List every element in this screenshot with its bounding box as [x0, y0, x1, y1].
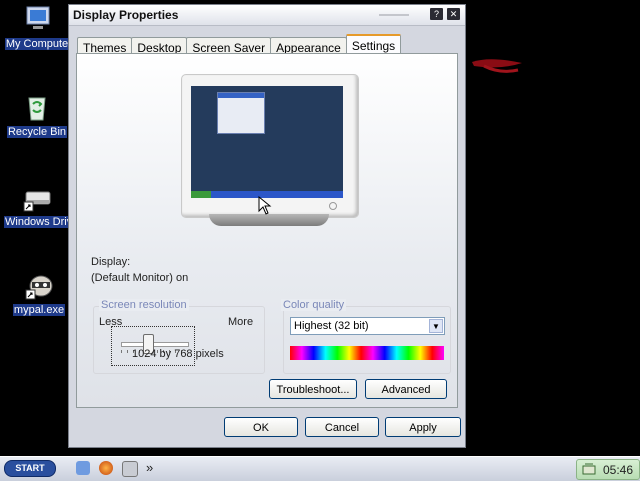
close-button[interactable]: ✕ — [447, 8, 460, 20]
screen-resolution-label: Screen resolution — [99, 299, 189, 311]
more-label: More — [228, 316, 254, 328]
chevron-down-icon[interactable]: ▼ — [429, 319, 443, 333]
desktop-icon-recycle-bin[interactable]: Recycle Bin — [4, 92, 70, 138]
drive-icon — [21, 182, 53, 214]
help-button[interactable]: ? — [430, 8, 443, 20]
start-button[interactable]: START — [4, 460, 56, 477]
settings-panel: Display: (Default Monitor) on Screen res… — [76, 53, 458, 408]
taskbar: START » 05:46 — [0, 456, 640, 481]
computer-icon — [21, 4, 53, 36]
desktop-icon-mypal[interactable]: mypal.exe — [6, 270, 72, 316]
color-quality-value: Highest (32 bit) — [294, 320, 369, 332]
red-graphic — [472, 59, 522, 73]
display-label: Display: — [91, 256, 131, 268]
mouse-cursor-icon — [258, 196, 272, 215]
desktop-icon-windows-drive[interactable]: Windows Driv — [4, 182, 74, 228]
preview-window — [217, 92, 265, 134]
troubleshoot-button[interactable]: Troubleshoot... — [269, 379, 357, 399]
desktop-icon-label: Recycle Bin — [6, 126, 68, 138]
system-tray: 05:46 — [576, 459, 640, 480]
advanced-button[interactable]: Advanced — [365, 379, 447, 399]
resolution-slider-track[interactable] — [121, 342, 189, 347]
desktop-icon-my-computer[interactable]: My Compute — [4, 4, 70, 50]
clock: 05:46 — [602, 463, 633, 477]
mypal-quicklaunch-icon[interactable] — [122, 461, 138, 477]
mypal-icon — [23, 270, 55, 302]
preview-start — [191, 191, 211, 198]
monitor-screen — [191, 86, 343, 198]
firefox-icon[interactable] — [99, 461, 113, 475]
window-title: Display Properties — [73, 8, 179, 22]
show-desktop-icon[interactable] — [76, 461, 90, 475]
more-quicklaunch-icon[interactable]: » — [146, 460, 153, 475]
color-quality-label: Color quality — [281, 299, 347, 311]
recycle-bin-icon — [21, 92, 53, 124]
display-properties-window: Display Properties ? ✕ Themes Desktop Sc… — [68, 4, 466, 448]
desktop-icon-label: Windows Driv — [4, 216, 74, 228]
title-bar-grip — [379, 14, 409, 16]
apply-button[interactable]: Apply — [385, 417, 461, 437]
display-value: (Default Monitor) on — [91, 272, 189, 284]
desktop-icon-label: mypal.exe — [12, 304, 66, 316]
cancel-button[interactable]: Cancel — [305, 417, 379, 437]
color-spectrum-bar — [290, 346, 444, 360]
desktop-icon-label: My Compute — [4, 38, 70, 50]
ok-button[interactable]: OK — [224, 417, 298, 437]
monitor-power-icon — [329, 202, 337, 210]
network-icon[interactable] — [582, 462, 596, 476]
resolution-value: 1024 by 768 pixels — [132, 348, 224, 360]
color-quality-select[interactable]: Highest (32 bit) ▼ — [290, 317, 445, 335]
title-bar[interactable]: Display Properties ? ✕ — [69, 5, 465, 26]
